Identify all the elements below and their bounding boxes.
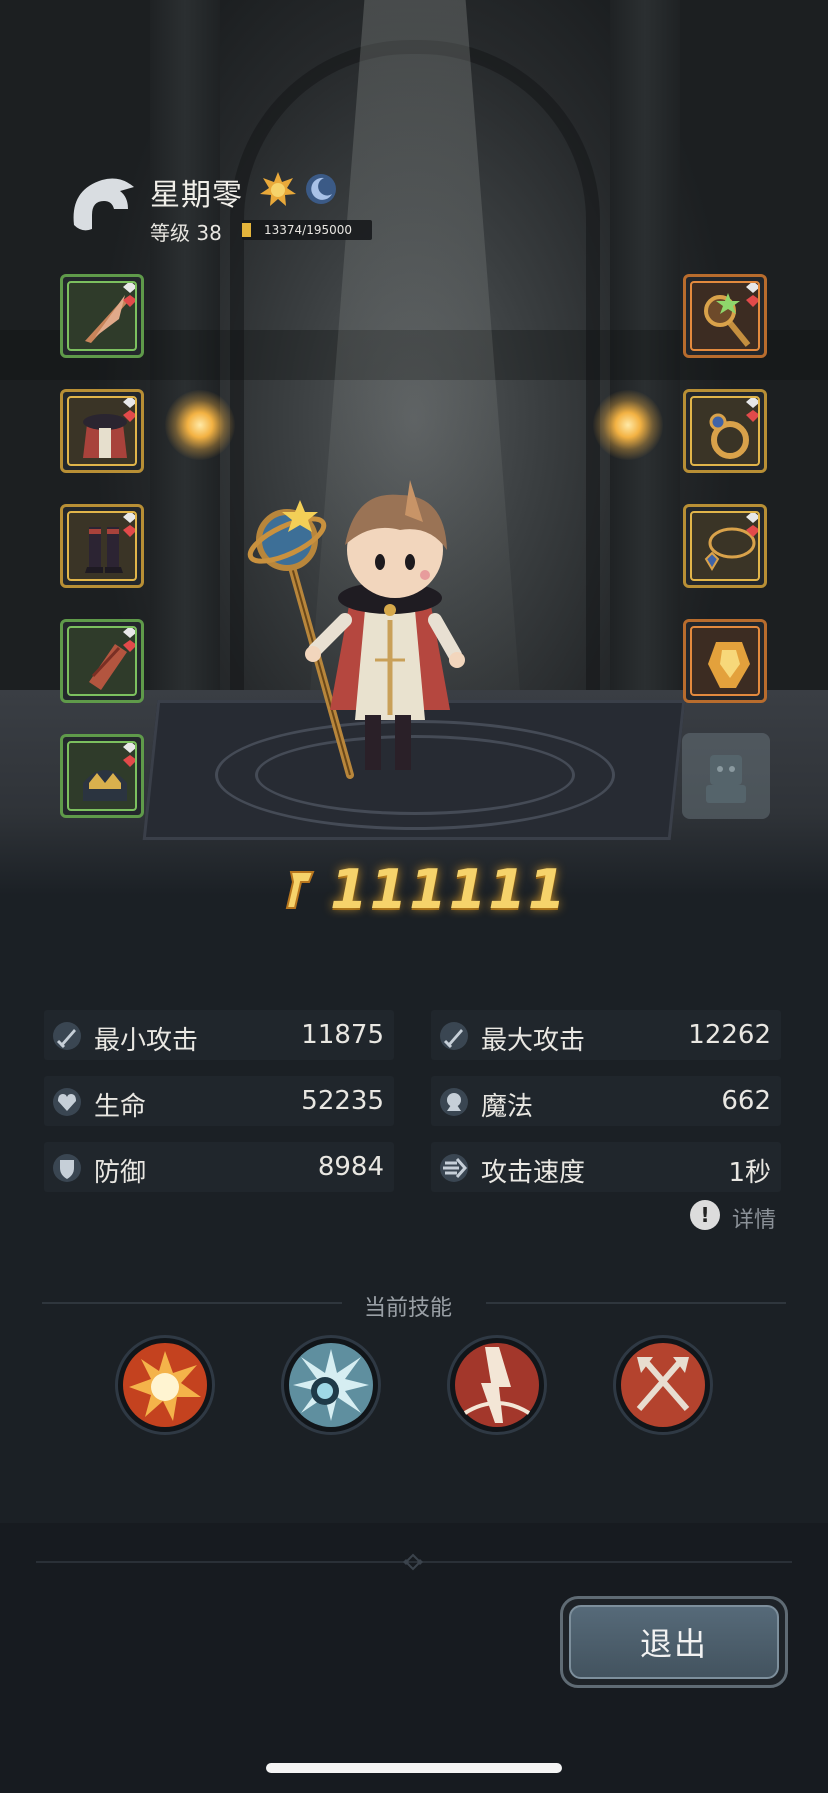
torch-right [593,390,663,460]
rank-gem-icon [746,513,758,537]
equip-slot-weapon[interactable] [60,274,144,358]
stat-min-attack: 最小攻击 11875 [44,1010,394,1060]
rank-gem-icon [123,513,135,537]
rank-gem-icon [746,398,758,422]
xp-bar: 13374/195000 [242,220,372,240]
sun-badge-icon[interactable] [258,170,298,210]
skill-slot-1[interactable] [115,1335,215,1435]
rank-gem-icon [123,743,135,767]
ice-burst-skill-icon [289,1343,373,1427]
player-name: 星期零 [150,178,243,213]
exit-button-label: 退出 [569,1605,779,1679]
hero-character [247,480,465,779]
equip-slot-gem[interactable] [683,619,767,703]
crossed-axes-skill-icon [621,1343,705,1427]
skill-slot-3[interactable] [447,1335,547,1435]
stat-defense: 防御 8984 [44,1142,394,1192]
gem-crystal-icon [708,642,750,688]
equip-slot-boots[interactable] [60,504,144,588]
rank-gem-icon [123,628,135,652]
player-level: 等级 38 [150,221,222,245]
shield-icon [53,1154,81,1182]
rank-gem-icon [123,398,135,422]
lightning-skill-icon [455,1343,539,1427]
rank-gem-icon [746,283,758,307]
info-icon: ! [690,1200,720,1230]
skills-title: 当前技能 [364,1296,453,1321]
xp-text: 13374/195000 [264,223,353,237]
speed-icon [440,1154,468,1182]
moon-badge-icon[interactable] [304,172,338,206]
sword-icon [440,1022,468,1050]
xp-bar-fill [242,223,251,237]
locked-slot[interactable] [682,733,770,819]
equip-slot-helmet[interactable] [60,734,144,818]
equip-slot-staff[interactable] [683,274,767,358]
skill-slot-4[interactable] [613,1335,713,1435]
skill-slot-2[interactable] [281,1335,381,1435]
sword-icon [53,1022,81,1050]
equip-slot-ring[interactable] [683,389,767,473]
divider [486,1302,786,1304]
equip-slot-necklace[interactable] [683,504,767,588]
stat-hp: 生命 52235 [44,1076,394,1126]
diamond-ornament-icon [403,1553,423,1571]
home-indicator[interactable] [266,1763,562,1773]
equip-slot-armor[interactable] [60,389,144,473]
stat-attack-speed: 攻击速度 1秒 [431,1142,781,1192]
torch-left [165,390,235,460]
heart-icon [53,1088,81,1116]
explosion-skill-icon [123,1343,207,1427]
equip-slot-bracer[interactable] [60,619,144,703]
divider [42,1302,342,1304]
exit-button[interactable]: 退出 [560,1596,788,1688]
power-icon [285,871,315,909]
stat-magic: 魔法 662 [431,1076,781,1126]
locked-figure-icon [706,755,746,803]
rank-gem-icon [123,283,135,307]
stat-max-attack: 最大攻击 12262 [431,1010,781,1060]
magic-icon [440,1088,468,1116]
power-value: 111111 [330,858,568,921]
helmet-silhouette-icon[interactable] [62,165,142,245]
